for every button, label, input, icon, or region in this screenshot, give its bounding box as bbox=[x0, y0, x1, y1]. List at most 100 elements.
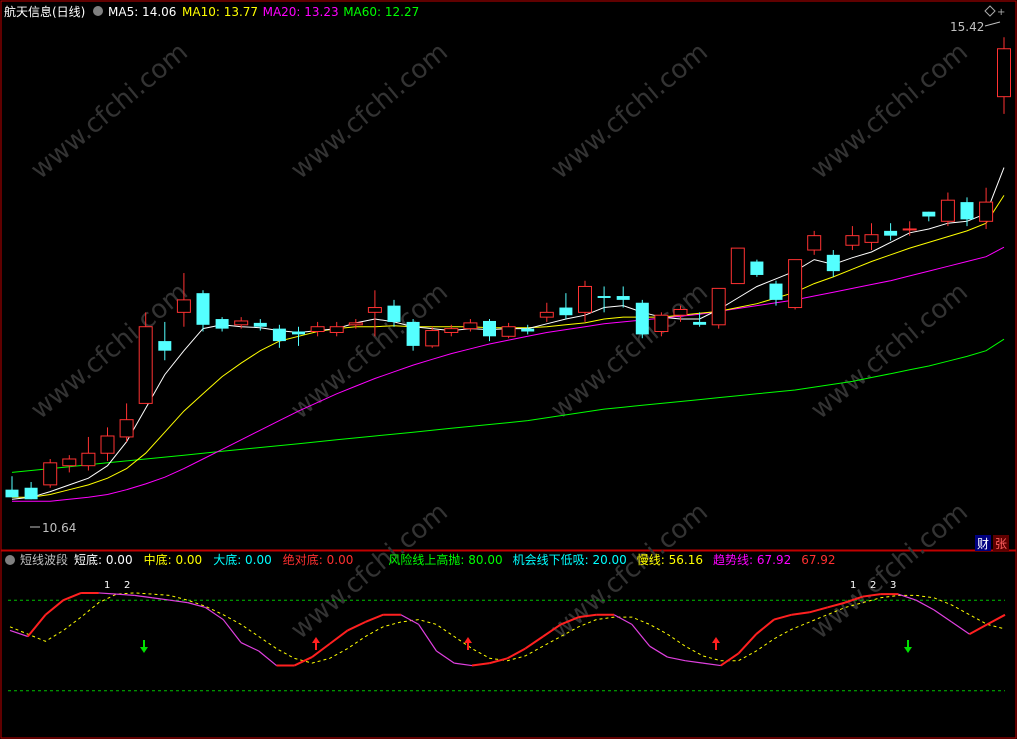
trend-line-segment bbox=[933, 609, 953, 623]
chart-canvas: www.cfchi.com www.cfchi.com www.cfchi.com w… bbox=[0, 0, 1017, 739]
trend-line-segment bbox=[134, 594, 153, 599]
candle-body bbox=[597, 296, 611, 298]
trend-line-segment bbox=[364, 613, 384, 623]
stock-title: 航天信息(日线) bbox=[4, 4, 85, 19]
candle-body bbox=[24, 487, 38, 500]
watermark-text: www.cfchi.com bbox=[25, 37, 194, 185]
trend-line-segment bbox=[631, 624, 651, 647]
sub-settings-icon[interactable] bbox=[5, 555, 15, 565]
candle-body bbox=[425, 330, 440, 347]
trend-line-segment bbox=[685, 660, 704, 664]
indicator-label-2: 中底: 0.00 bbox=[144, 552, 203, 567]
signal-number-label: 2 bbox=[124, 580, 130, 591]
trend-line-segment bbox=[293, 656, 313, 667]
trend-line-segment bbox=[116, 593, 135, 596]
candle-body bbox=[43, 462, 58, 486]
ma-label-3: MA20: 13.23 bbox=[263, 5, 339, 19]
ma-label-1: MA5: 14.06 bbox=[108, 5, 176, 19]
trend-line-segment bbox=[26, 614, 47, 638]
down-arrow-head bbox=[140, 647, 148, 653]
candle-body bbox=[387, 305, 401, 322]
candle-body bbox=[769, 283, 783, 300]
diamond-icon[interactable] bbox=[984, 5, 996, 17]
trend-line-segment bbox=[951, 621, 970, 635]
trend-line-segment bbox=[62, 592, 82, 602]
watermark-text: www.cfchi.com bbox=[285, 37, 454, 185]
up-arrow-head bbox=[464, 637, 472, 643]
candle-body bbox=[826, 254, 840, 272]
up-arrow-head bbox=[712, 637, 720, 643]
trend-line-segment bbox=[898, 593, 917, 601]
trend-line-segment bbox=[258, 650, 277, 667]
indicator-label-4: 绝对底: 0.00 bbox=[283, 552, 354, 567]
trend-line-segment bbox=[667, 656, 686, 662]
candle-body bbox=[5, 489, 19, 498]
ma-label-2: MA10: 13.77 bbox=[182, 5, 258, 19]
candle-body bbox=[272, 328, 286, 342]
candle-body bbox=[750, 261, 764, 275]
trend-line-segment bbox=[773, 613, 793, 621]
indicator-label-1: 短底: 0.00 bbox=[74, 552, 133, 567]
indicator-label-9: 67.92 bbox=[801, 553, 835, 567]
candle-body bbox=[329, 326, 344, 333]
watermark-text: www.cfchi.com bbox=[545, 37, 714, 185]
trend-line-segment bbox=[524, 635, 544, 650]
watermark-text: www.cfchi.com bbox=[285, 497, 454, 645]
candle-body bbox=[119, 419, 134, 438]
trend-line-segment bbox=[915, 599, 935, 611]
trend-line-segment bbox=[98, 592, 117, 595]
candle-body bbox=[711, 287, 726, 326]
signal-number-label: 1 bbox=[104, 580, 110, 591]
candle-body bbox=[62, 458, 77, 467]
candle-body bbox=[234, 320, 249, 326]
sub-panel-title: 短线波段 bbox=[20, 552, 68, 567]
candle-body bbox=[616, 296, 630, 300]
trend-line-segment bbox=[454, 662, 473, 667]
down-arrow-head bbox=[904, 647, 912, 653]
trend-line-segment bbox=[44, 599, 64, 616]
stock-chart-window: { "main_panel": { "title": "航天信息", "peri… bbox=[0, 0, 1017, 739]
candle-body bbox=[138, 326, 153, 404]
trend-line-segment bbox=[720, 652, 740, 667]
trend-line-segment bbox=[347, 621, 366, 632]
candle-body bbox=[367, 307, 382, 313]
candle-body bbox=[253, 322, 267, 327]
watermark-text: www.cfchi.com bbox=[805, 277, 974, 425]
candle-body bbox=[196, 293, 210, 325]
trend-line-segment bbox=[418, 624, 437, 652]
candle-body bbox=[158, 341, 172, 351]
candle-body bbox=[292, 331, 305, 335]
watermark-text: www.cfchi.com bbox=[805, 37, 974, 185]
trend-line-segment bbox=[755, 618, 775, 635]
trend-line-segment bbox=[489, 657, 508, 665]
candle-body bbox=[693, 321, 707, 325]
candle-body bbox=[864, 234, 879, 243]
watermark-text: www.cfchi.com bbox=[805, 497, 974, 645]
candle-body bbox=[673, 308, 688, 316]
candle-body bbox=[539, 311, 554, 318]
candle-body bbox=[559, 307, 573, 316]
trend-line-segment bbox=[649, 645, 668, 658]
trend-line-segment bbox=[737, 633, 757, 655]
trend-line-segment bbox=[968, 623, 988, 635]
settings-dropdown-icon[interactable] bbox=[93, 6, 103, 16]
side-button-label-1: 财 bbox=[977, 537, 989, 551]
signal-number-label: 3 bbox=[890, 580, 896, 591]
candle-body bbox=[176, 299, 191, 313]
candle-body bbox=[310, 326, 325, 333]
candle-body bbox=[444, 328, 459, 333]
high-arrow bbox=[984, 21, 1001, 27]
candle-body bbox=[902, 228, 917, 231]
candle-body bbox=[884, 230, 898, 236]
trend-line-segment bbox=[9, 629, 28, 638]
side-button-label-2: 张 bbox=[995, 537, 1007, 551]
watermark-text: www.cfchi.com bbox=[285, 277, 454, 425]
trend-line-segment bbox=[507, 647, 526, 660]
signal-number-label: 2 bbox=[870, 580, 876, 591]
trend-line-segment bbox=[791, 611, 810, 616]
trend-line-segment bbox=[240, 642, 260, 652]
candle-body bbox=[845, 235, 860, 246]
candle-body bbox=[979, 201, 994, 222]
candle-body bbox=[100, 435, 115, 454]
candle-body bbox=[215, 319, 229, 329]
